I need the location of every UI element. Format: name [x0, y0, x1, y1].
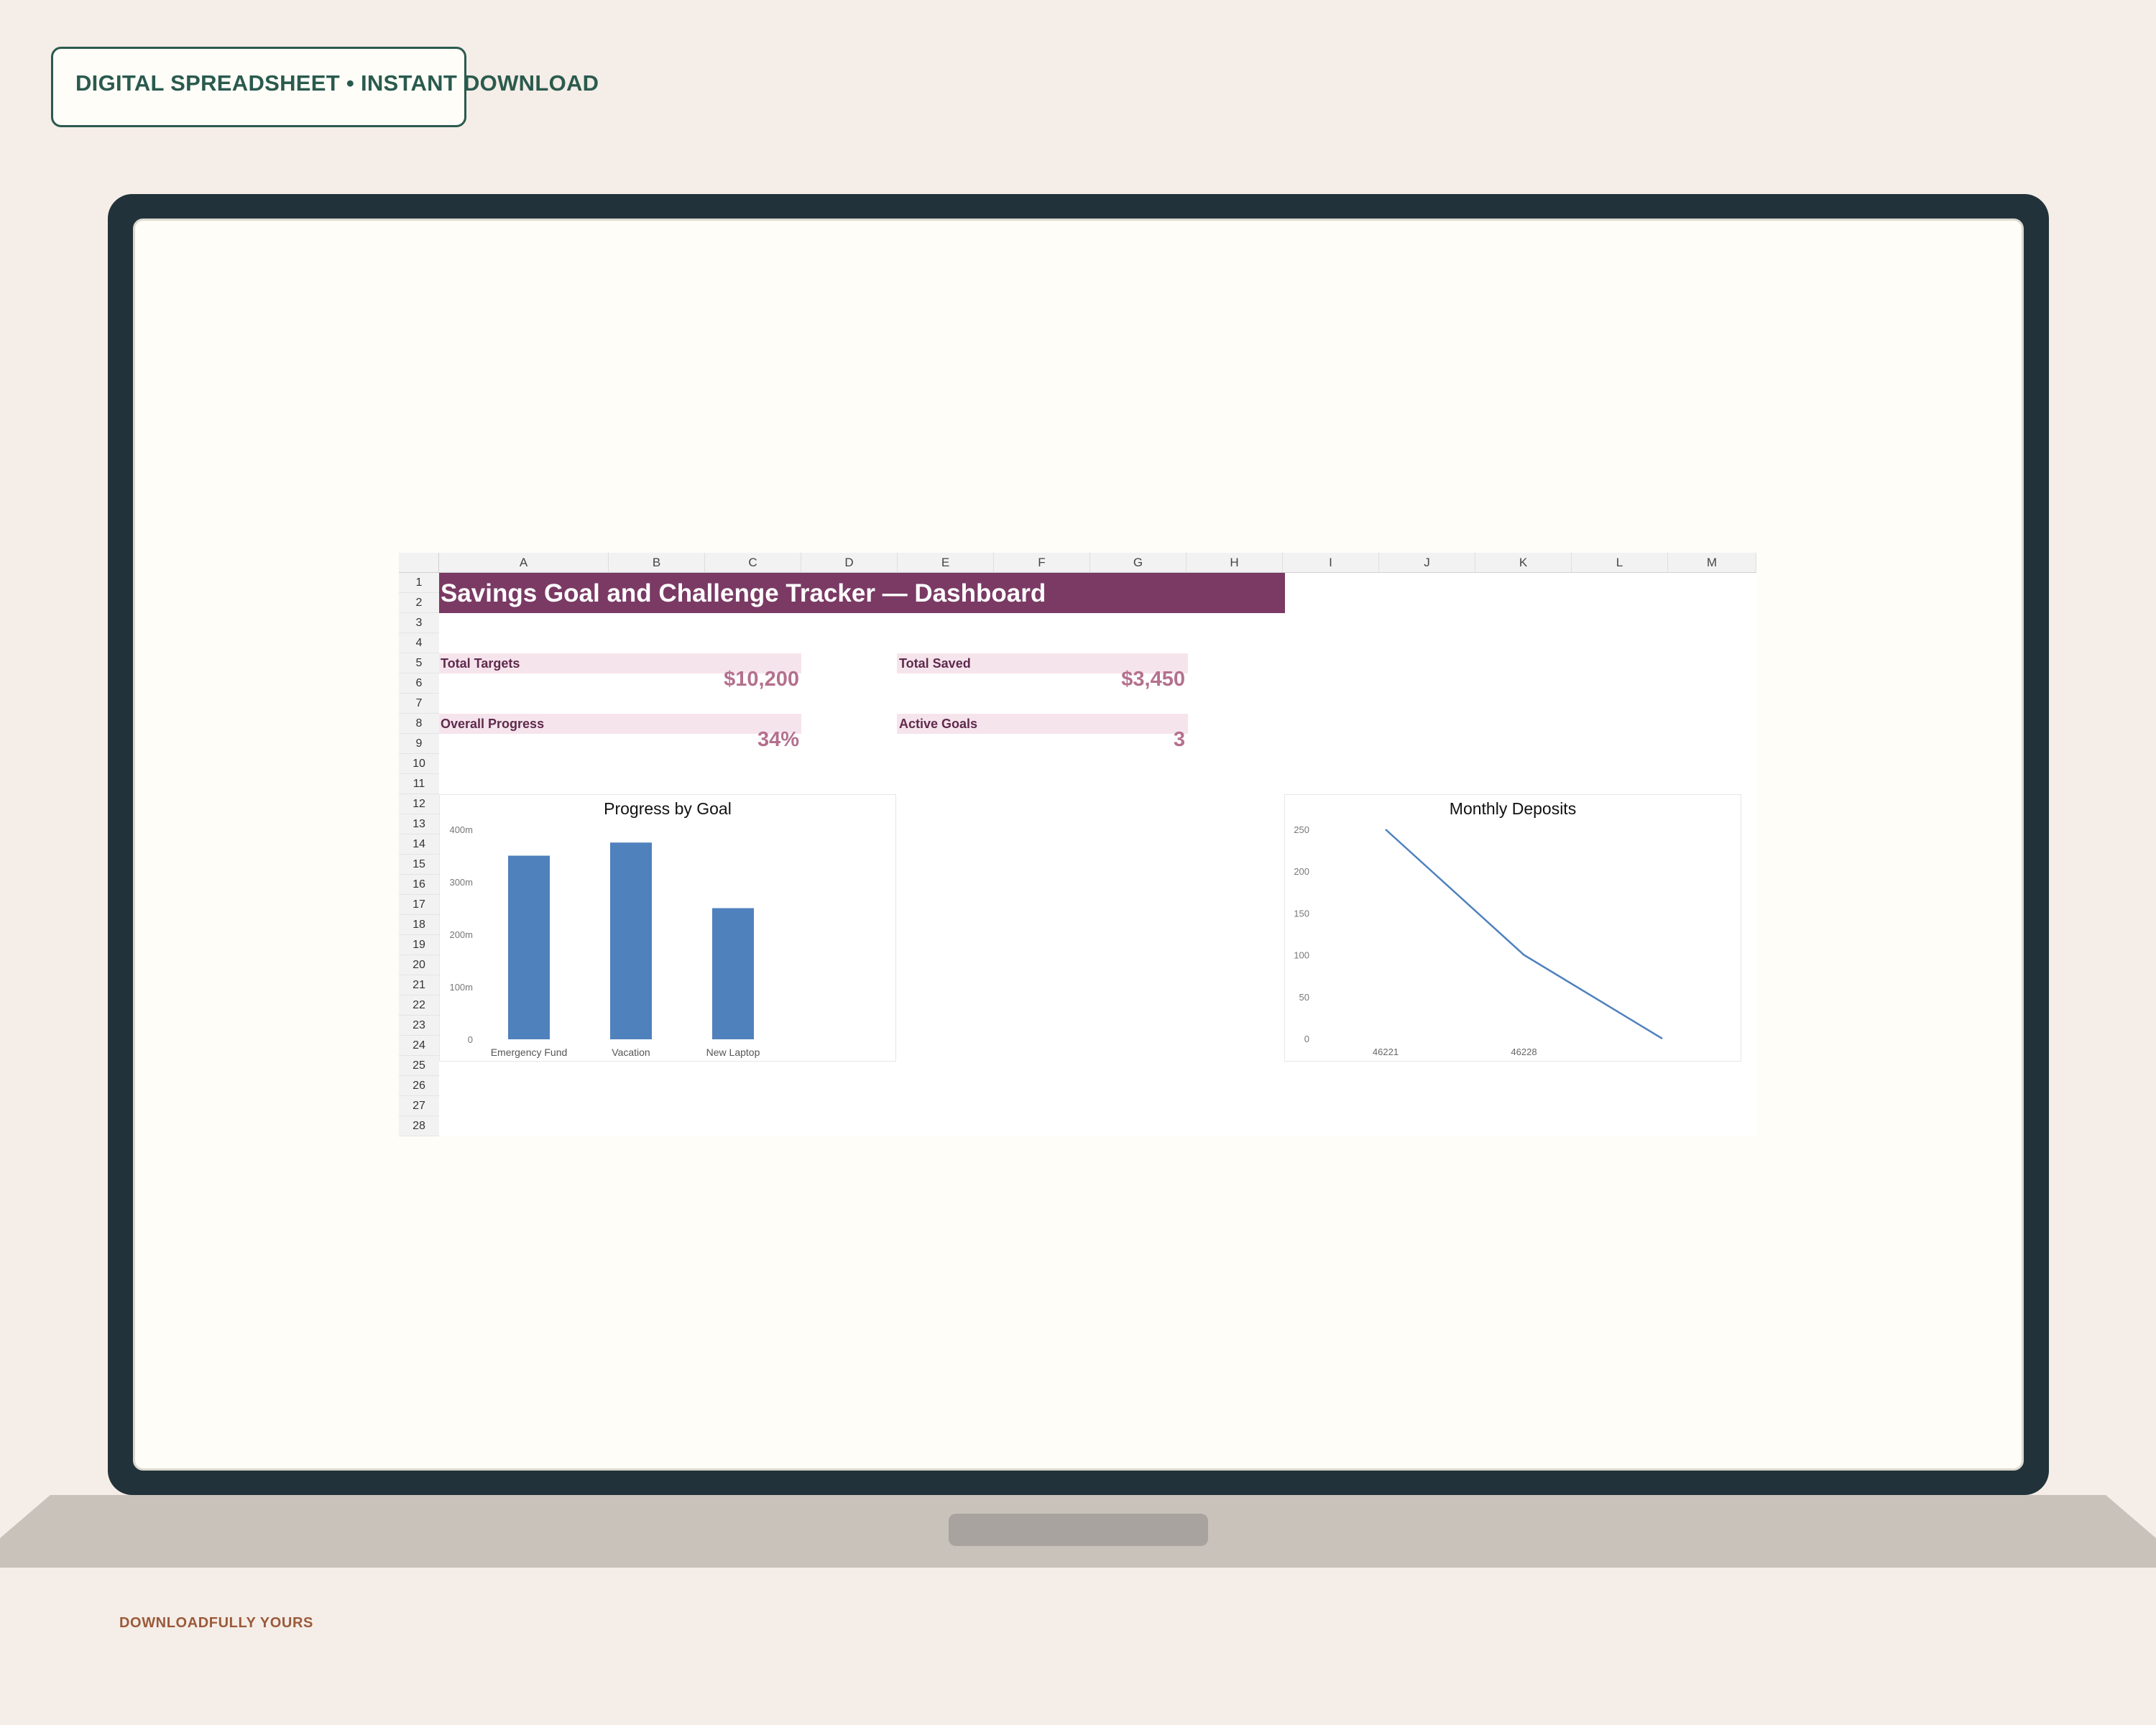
row-header-20[interactable]: 20: [399, 955, 439, 975]
column-header-h[interactable]: H: [1187, 553, 1283, 573]
select-all-corner[interactable]: [399, 553, 439, 573]
y-tick-label: 100m: [449, 982, 473, 993]
row-header-4[interactable]: 4: [399, 633, 439, 653]
y-tick-label: 300m: [449, 877, 473, 888]
row-header-28[interactable]: 28: [399, 1116, 439, 1136]
y-tick-label: 100: [1294, 950, 1309, 961]
row-header-11[interactable]: 11: [399, 774, 439, 794]
row-header-13[interactable]: 13: [399, 814, 439, 834]
y-tick-label: 250: [1294, 824, 1309, 835]
kpi-value-total-saved[interactable]: $3,450: [1121, 668, 1185, 691]
dashboard-title: Savings Goal and Challenge Tracker — Das…: [441, 579, 1046, 607]
row-header-2[interactable]: 2: [399, 593, 439, 613]
line-chart-plot: 0 50 100 150 200 250 46221 46228: [1294, 824, 1663, 1057]
kpi-label-active-goals: Active Goals: [899, 717, 978, 731]
row-header-14[interactable]: 14: [399, 834, 439, 855]
x-tick-label: 46228: [1511, 1046, 1537, 1057]
series-line: [1385, 829, 1663, 1040]
row-header-18[interactable]: 18: [399, 915, 439, 935]
column-header-b[interactable]: B: [609, 553, 705, 573]
x-tick-label: 46221: [1373, 1046, 1399, 1057]
column-header-m[interactable]: M: [1668, 553, 1756, 573]
y-tick-label: 200m: [449, 929, 473, 940]
row-header-12[interactable]: 12: [399, 794, 439, 814]
column-header-i[interactable]: I: [1283, 553, 1379, 573]
kpi-label-total-targets: Total Targets: [441, 656, 520, 671]
kpi-label-total-saved: Total Saved: [899, 656, 971, 671]
y-tick-label: 150: [1294, 908, 1309, 919]
row-header-16[interactable]: 16: [399, 875, 439, 895]
bar: [712, 908, 754, 1039]
bar: [508, 855, 550, 1039]
chart-monthly-deposits[interactable]: Monthly Deposits 0 50 100 150 200 250 46221 462…: [1284, 794, 1741, 1062]
row-header-7[interactable]: 7: [399, 694, 439, 714]
chart-progress-by-goal[interactable]: Progress by Goal 0 100m 200m 300m 400m Emerge…: [439, 794, 896, 1062]
row-header-6[interactable]: 6: [399, 673, 439, 694]
column-header-g[interactable]: G: [1090, 553, 1187, 573]
kpi-value-overall-progress[interactable]: 34%: [757, 728, 799, 752]
banner-text: DIGITAL SPREADSHEET • INSTANT DOWNLOAD: [75, 70, 599, 96]
x-tick-label: Emergency Fund: [491, 1046, 568, 1058]
column-header-k[interactable]: K: [1475, 553, 1572, 573]
kpi-label-overall-progress: Overall Progress: [441, 717, 545, 731]
y-tick-label: 200: [1294, 866, 1309, 877]
brand-footer: DOWNLOADFULLY YOURS: [119, 1615, 313, 1631]
row-header-3[interactable]: 3: [399, 613, 439, 633]
row-header-17[interactable]: 17: [399, 895, 439, 915]
column-header-c[interactable]: C: [705, 553, 801, 573]
column-header-e[interactable]: E: [898, 553, 994, 573]
y-tick-label: 0: [1304, 1034, 1309, 1044]
row-header-27[interactable]: 27: [399, 1096, 439, 1116]
row-header-9[interactable]: 9: [399, 734, 439, 754]
column-header-l[interactable]: L: [1572, 553, 1668, 573]
x-tick-label: New Laptop: [706, 1046, 760, 1058]
column-header-d[interactable]: D: [801, 553, 898, 573]
row-header-26[interactable]: 26: [399, 1076, 439, 1096]
row-header-21[interactable]: 21: [399, 975, 439, 995]
row-header-22[interactable]: 22: [399, 995, 439, 1016]
column-header-j[interactable]: J: [1379, 553, 1475, 573]
y-tick-label: 400m: [449, 824, 473, 835]
column-header-f[interactable]: F: [994, 553, 1090, 573]
row-header-1[interactable]: 1: [399, 573, 439, 593]
bar: [610, 842, 652, 1039]
row-header-23[interactable]: 23: [399, 1016, 439, 1036]
bar-chart-plot: 0 100m 200m 300m 400m Emergency Fund Vacation N…: [449, 824, 760, 1058]
x-tick-label: Vacation: [612, 1046, 650, 1058]
row-header-8[interactable]: 8: [399, 714, 439, 734]
y-tick-label: 50: [1299, 992, 1309, 1003]
row-header-10[interactable]: 10: [399, 754, 439, 774]
kpi-value-total-targets[interactable]: $10,200: [724, 668, 799, 691]
row-header-24[interactable]: 24: [399, 1036, 439, 1056]
column-header-a[interactable]: A: [439, 553, 609, 573]
laptop-trackpad: [949, 1514, 1208, 1546]
row-header-15[interactable]: 15: [399, 855, 439, 875]
row-header-19[interactable]: 19: [399, 935, 439, 955]
y-tick-label: 0: [468, 1034, 473, 1045]
kpi-value-active-goals[interactable]: 3: [1174, 728, 1185, 752]
row-header-5[interactable]: 5: [399, 653, 439, 673]
spreadsheet: ABCDEFGHIJKLM 1 2 3 4 5 6 7 8 9 10 11 12 13 14 15 16 17 1…: [399, 553, 1757, 1136]
row-header-25[interactable]: 25: [399, 1056, 439, 1076]
